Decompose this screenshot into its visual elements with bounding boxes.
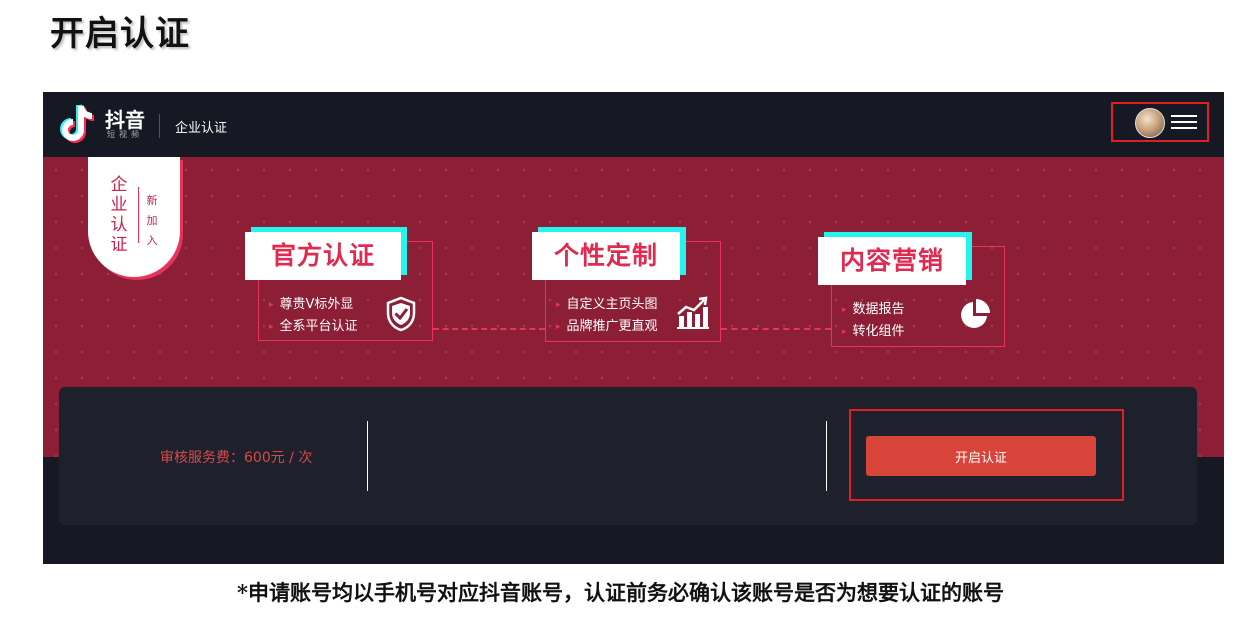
tag-divider [138,187,139,243]
feature-title: 内容营销 [818,237,966,285]
feature-list: ▸ 自定义主页头图 ▸ 品牌推广更直观 [556,294,658,338]
nav-title: 企业认证 [175,121,228,136]
pie-chart-icon [961,299,990,328]
list-item: ▸ 尊贵V标外显 [269,297,354,312]
feature-title: 个性定制 [532,232,680,280]
top-navbar: 抖音 短视频 企业认证 [43,92,1224,157]
user-menu-area[interactable] [1111,102,1209,142]
footnote: *申请账号均以手机号对应抖音账号，认证前务必确认该账号是否为想要认证的账号 [237,580,1004,605]
logo-subtitle: 短视频 [107,130,143,139]
panel-divider [367,421,368,491]
feature-list: ▸ 数据报告 ▸ 转化组件 [842,299,905,343]
list-item: ▸ 品牌推广更直观 [556,319,658,334]
avatar[interactable] [1135,108,1165,138]
enterprise-tag: 企业认证 新加入 [88,157,180,277]
growth-chart-icon [677,296,709,329]
nav-divider [159,114,160,138]
list-item: ▸ 自定义主页头图 [556,297,658,312]
feature-card-marketing: 内容营销 ▸ 数据报告 ▸ 转化组件 [818,237,1005,347]
shield-check-icon [386,296,416,332]
feature-list: ▸ 尊贵V标外显 ▸ 全系平台认证 [269,294,358,338]
list-item: ▸ 转化组件 [842,324,905,339]
feature-card-official: 官方认证 ▸ 尊贵V标外显 ▸ 全系平台认证 [245,232,433,341]
menu-icon[interactable] [1171,112,1199,132]
tag-main-text: 企业认证 [110,175,128,255]
start-verification-button[interactable]: 开启认证 [866,436,1096,476]
tag-sub-text: 新加入 [146,194,158,247]
list-item: ▸ 全系平台认证 [269,319,358,334]
page-title: 开启认证 [50,14,190,54]
fee-panel: 审核服务费：600元 / 次 开启认证 [59,387,1197,525]
feature-connector [433,328,545,330]
douyin-logo-icon[interactable] [59,102,97,146]
feature-connector [721,328,831,330]
feature-title: 官方认证 [245,232,401,280]
app-window: 抖音 短视频 企业认证 企业认证 新加入 官方认证 ▸ 尊贵V标外显 ▸ 全系平台认… [43,92,1224,564]
panel-divider [826,421,827,491]
feature-card-custom: 个性定制 ▸ 自定义主页头图 ▸ 品牌推广更直观 [532,232,721,342]
fee-label: 审核服务费：600元 / 次 [160,450,313,466]
list-item: ▸ 数据报告 [842,302,905,317]
